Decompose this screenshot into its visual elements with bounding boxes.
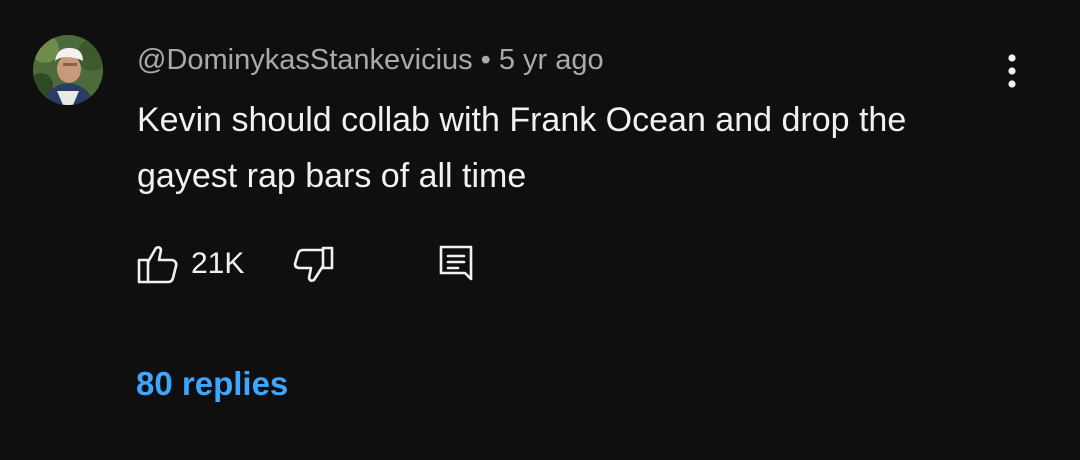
view-replies-link[interactable]: 80 replies (136, 362, 288, 406)
like-button[interactable]: 21K (135, 240, 265, 288)
meta-separator: • (480, 44, 491, 76)
comment-age[interactable]: 5 yr ago (499, 44, 604, 76)
reply-button[interactable] (433, 240, 483, 288)
more-actions-button[interactable] (992, 46, 1032, 96)
like-count: 21K (191, 247, 245, 280)
comment-author[interactable]: @DominykasStankevicius (137, 44, 473, 76)
avatar[interactable] (33, 35, 103, 105)
avatar-photo (33, 35, 103, 105)
more-vert-icon (1008, 54, 1016, 88)
thumbs-down-icon (293, 246, 334, 282)
comment-reply-icon (439, 245, 473, 281)
thumbs-up-icon (137, 246, 178, 284)
comment-thread: @DominykasStankevicius • 5 yr ago Kevin sh… (0, 0, 1080, 460)
dislike-button[interactable] (291, 240, 341, 288)
comment-text: Kevin should collab with Frank Ocean and… (137, 101, 907, 195)
comment-meta: @DominykasStankevicius • 5 yr ago (137, 40, 604, 80)
